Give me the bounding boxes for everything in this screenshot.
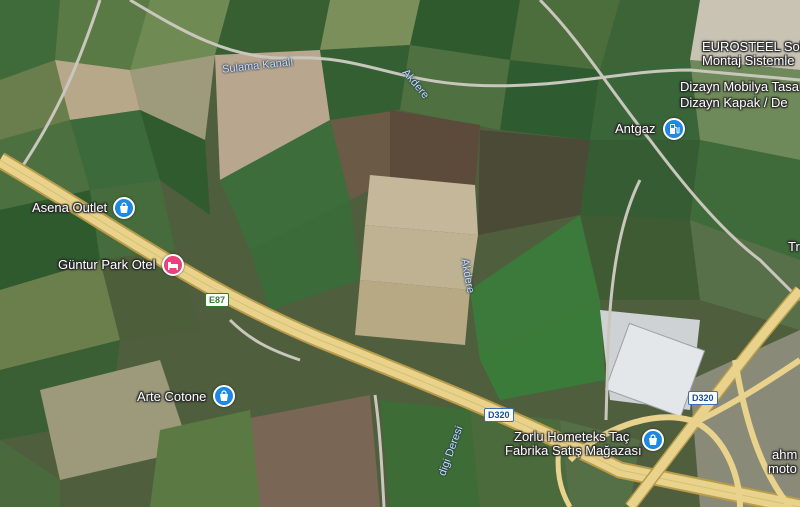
road-shield-e87: E87 — [205, 293, 230, 307]
place-label-asena-outlet[interactable]: Asena Outlet — [32, 201, 107, 215]
gas-pump-icon[interactable] — [663, 118, 685, 140]
place-label-dizayn-line1[interactable]: Dizayn Mobilya Tasa — [680, 80, 799, 94]
shopping-bag-icon[interactable] — [642, 429, 664, 451]
place-label-tr-partial[interactable]: Tr — [788, 240, 800, 254]
place-label-ahmo-line2[interactable]: moto — [768, 462, 797, 476]
road-shield-d320-right: D320 — [688, 391, 718, 405]
place-label-zorlu-line2[interactable]: Fabrika Satış Mağazası — [505, 444, 642, 458]
shopping-bag-icon[interactable] — [213, 385, 235, 407]
satellite-map[interactable]: Sulama Kanalı Akdere Akdere digi Deresi … — [0, 0, 800, 507]
place-label-eurosteel-line1[interactable]: EUROSTEEL Sol — [702, 40, 800, 54]
place-label-arte-cotone[interactable]: Arte Cotone — [137, 390, 206, 404]
road-shield-d320-center: D320 — [484, 408, 514, 422]
shopping-bag-icon[interactable] — [113, 197, 135, 219]
place-label-ahmo-line1[interactable]: ahm — [772, 448, 797, 462]
place-label-eurosteel-line2[interactable]: Montaj Sistemle — [702, 54, 794, 68]
place-label-antgaz[interactable]: Antgaz — [615, 122, 655, 136]
place-label-guntur-park-otel[interactable]: Güntur Park Otel — [58, 258, 156, 272]
bed-icon[interactable] — [162, 254, 184, 276]
place-label-zorlu-line1[interactable]: Zorlu Hometeks Taç — [514, 430, 629, 444]
place-label-dizayn-line2[interactable]: Dizayn Kapak / De — [680, 96, 788, 110]
